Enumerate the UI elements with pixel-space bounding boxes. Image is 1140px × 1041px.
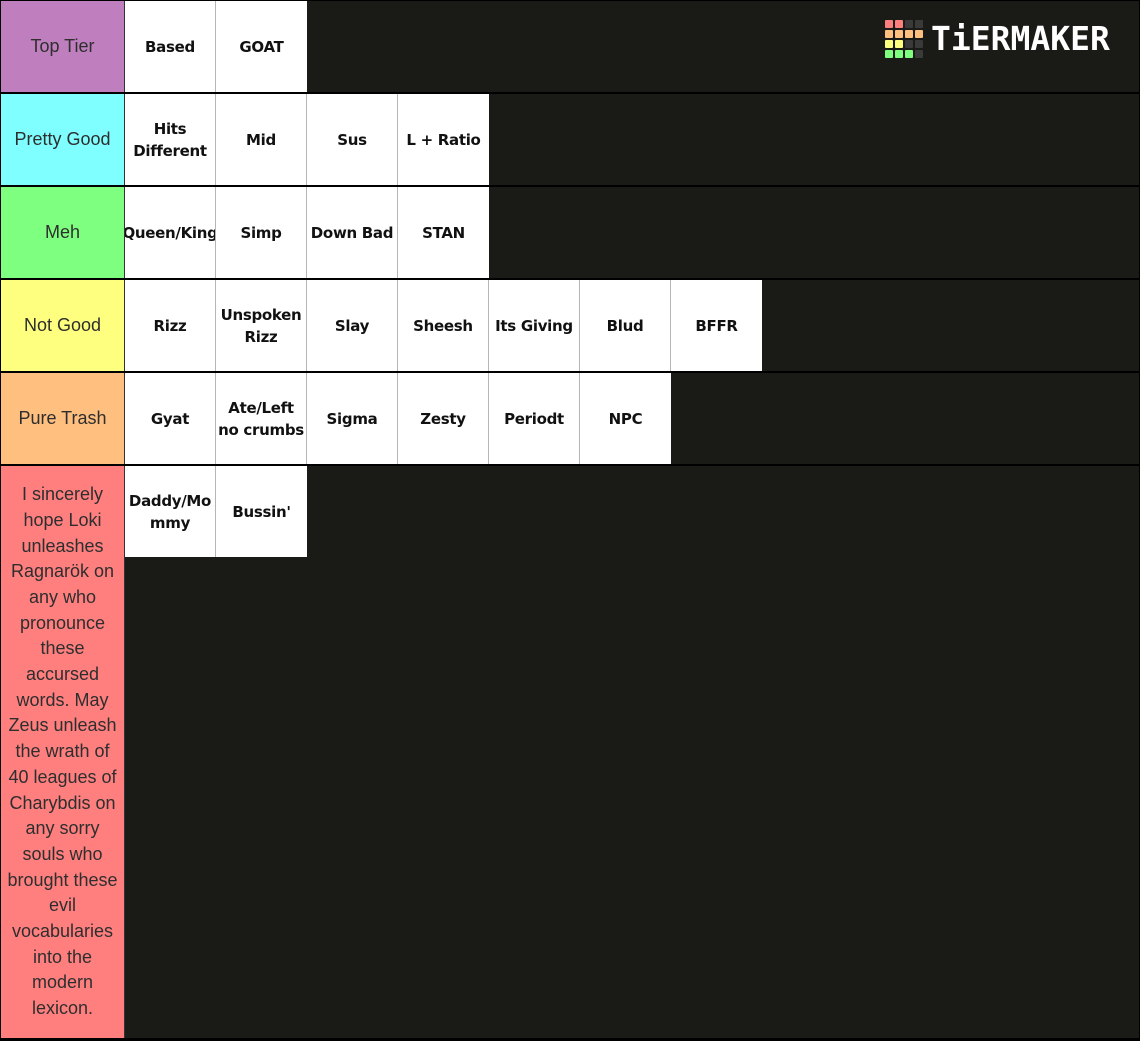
logo-grid-cell — [895, 30, 903, 38]
logo-grid-cell — [905, 30, 913, 38]
logo-grid-cell — [905, 40, 913, 48]
tier-label[interactable]: Pure Trash — [1, 373, 125, 464]
tier-label[interactable]: I sincerely hope Loki unleashes Ragnarök… — [1, 466, 125, 1038]
tier-item[interactable]: L + Ratio — [398, 94, 489, 185]
tiermaker-wordmark: TiERMAKER — [931, 19, 1110, 58]
tier-label[interactable]: Not Good — [1, 280, 125, 371]
logo-grid-cell — [885, 40, 893, 48]
logo-grid-cell — [885, 30, 893, 38]
tier-item[interactable]: Hits Different — [125, 94, 216, 185]
tier-item[interactable]: GOAT — [216, 1, 307, 92]
tier-item[interactable]: Slay — [307, 280, 398, 371]
tier-item[interactable]: Down Bad — [307, 187, 398, 278]
tier-item[interactable]: Simp — [216, 187, 307, 278]
logo-grid-cell — [905, 20, 913, 28]
tier-row-pretty-good: Pretty Good Hits Different Mid Sus L + R… — [1, 94, 1139, 187]
logo-grid-cell — [915, 40, 923, 48]
tier-item[interactable]: Mid — [216, 94, 307, 185]
tier-item[interactable]: Bussin' — [216, 466, 307, 557]
tier-item[interactable]: Based — [125, 1, 216, 92]
tier-item[interactable]: Rizz — [125, 280, 216, 371]
tier-item[interactable]: Periodt — [489, 373, 580, 464]
tier-item[interactable]: Sheesh — [398, 280, 489, 371]
tier-item[interactable]: NPC — [580, 373, 671, 464]
tier-item[interactable]: Sus — [307, 94, 398, 185]
tier-label[interactable]: Pretty Good — [1, 94, 125, 185]
tier-item[interactable]: Its Giving — [489, 280, 580, 371]
tier-item[interactable]: Ate/Left no crumbs — [216, 373, 307, 464]
tier-items: Rizz Unspoken Rizz Slay Sheesh Its Givin… — [125, 280, 762, 371]
tier-item[interactable]: Zesty — [398, 373, 489, 464]
tier-label[interactable]: Meh — [1, 187, 125, 278]
tiermaker-grid-icon — [885, 20, 923, 58]
logo-grid-cell — [895, 20, 903, 28]
tier-item[interactable]: Daddy/Mommy — [125, 466, 216, 557]
logo-grid-cell — [905, 50, 913, 58]
tier-item[interactable]: Unspoken Rizz — [216, 280, 307, 371]
logo-grid-cell — [915, 30, 923, 38]
tier-item[interactable]: Queen/King — [125, 187, 216, 278]
tiermaker-logo: TiERMAKER — [885, 20, 1110, 58]
logo-grid-cell — [915, 50, 923, 58]
logo-grid-cell — [895, 40, 903, 48]
tier-item[interactable]: Blud — [580, 280, 671, 371]
tier-item[interactable]: Gyat — [125, 373, 216, 464]
tier-item[interactable]: BFFR — [671, 280, 762, 371]
tier-label[interactable]: Top Tier — [1, 1, 125, 92]
tier-item[interactable]: Sigma — [307, 373, 398, 464]
tier-item[interactable]: STAN — [398, 187, 489, 278]
tier-list-board: Top Tier Based GOAT Pretty Good Hits Dif… — [0, 0, 1140, 1041]
logo-grid-cell — [885, 20, 893, 28]
tier-items: Daddy/Mommy Bussin' — [125, 466, 307, 1038]
logo-grid-cell — [915, 20, 923, 28]
tier-row-pure-trash: Pure Trash Gyat Ate/Left no crumbs Sigma… — [1, 373, 1139, 466]
tier-row-not-good: Not Good Rizz Unspoken Rizz Slay Sheesh … — [1, 280, 1139, 373]
tier-items: Gyat Ate/Left no crumbs Sigma Zesty Peri… — [125, 373, 671, 464]
tier-items: Queen/King Simp Down Bad STAN — [125, 187, 489, 278]
tier-row-cursed: I sincerely hope Loki unleashes Ragnarök… — [1, 466, 1139, 1040]
logo-grid-cell — [895, 50, 903, 58]
tier-row-meh: Meh Queen/King Simp Down Bad STAN — [1, 187, 1139, 280]
logo-grid-cell — [885, 50, 893, 58]
tier-items: Hits Different Mid Sus L + Ratio — [125, 94, 489, 185]
tier-items: Based GOAT — [125, 1, 307, 92]
